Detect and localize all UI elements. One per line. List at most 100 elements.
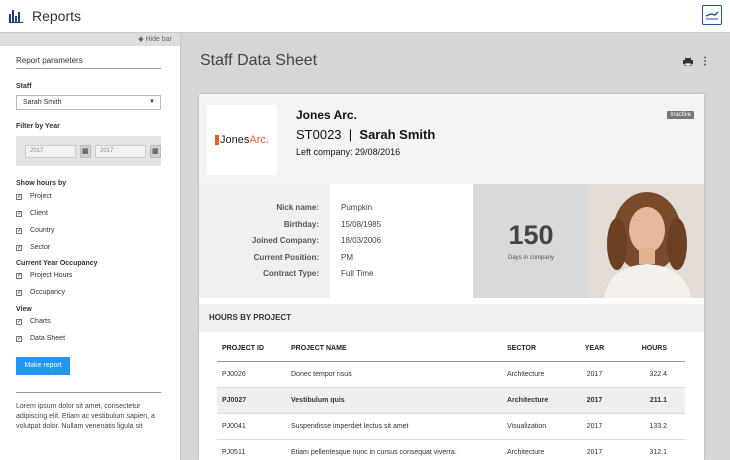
info-value: Full Time bbox=[341, 269, 374, 278]
table-row[interactable]: PJ0511 Etiam pellentesque nunc in cursus… bbox=[217, 439, 685, 460]
checkbox-country[interactable]: ✓ Country bbox=[16, 222, 164, 239]
cell-project-id: PJ0511 bbox=[217, 439, 286, 460]
year-from-input[interactable]: 2017 bbox=[25, 144, 76, 158]
more-options-icon[interactable]: ⋮ bbox=[700, 57, 710, 67]
card-header: Jones Arc. Jones Arc. ST0023 | Sarah Smit… bbox=[199, 94, 704, 184]
column-header[interactable]: HOURS bbox=[617, 337, 685, 362]
report-settings-button[interactable] bbox=[702, 5, 722, 25]
staff-select[interactable]: Sarah Smith ▼ bbox=[16, 95, 161, 110]
info-labels: Nick name: Birthday: Joined Company: Cur… bbox=[199, 184, 330, 298]
left-company-line: Left company: 29/08/2016 bbox=[296, 147, 400, 157]
filter-year-label: Filter by Year bbox=[16, 123, 60, 130]
hours-table: PROJECT ID PROJECT NAME SECTOR YEAR HOUR… bbox=[217, 337, 685, 460]
checkbox-label: Client bbox=[30, 210, 48, 217]
checkbox-client[interactable]: ✓ Client bbox=[16, 205, 164, 222]
days-in-company: 150 Days in company bbox=[473, 184, 589, 298]
cell-hours: 133.2 bbox=[617, 413, 685, 440]
info-label: Birthday: bbox=[283, 220, 319, 229]
column-header[interactable]: SECTOR bbox=[502, 337, 572, 362]
table-row[interactable]: PJ0027 Vestibulum quis Architecture 2017… bbox=[217, 387, 685, 414]
section-title: HOURS BY PROJECT bbox=[199, 304, 704, 332]
column-header[interactable]: YEAR bbox=[572, 337, 617, 362]
checkbox-project-hours[interactable]: ✓ Project Hours bbox=[16, 267, 164, 284]
company-logo: Jones Arc. bbox=[207, 105, 277, 175]
checkbox-checked-icon: ✓ bbox=[16, 193, 23, 200]
chart-line-icon bbox=[705, 11, 719, 20]
checkbox-data-sheet[interactable]: ✓ Data Sheet bbox=[16, 330, 164, 347]
cell-hours: 211.1 bbox=[617, 387, 685, 414]
page-title: Staff Data Sheet bbox=[200, 52, 318, 69]
cell-project-name: Donec tempor risus bbox=[286, 361, 502, 388]
staff-info: Nick name: Birthday: Joined Company: Cur… bbox=[199, 184, 704, 298]
cell-sector: Architecture bbox=[502, 387, 572, 414]
info-value: Pumpkin bbox=[341, 203, 373, 212]
cell-year: 2017 bbox=[572, 361, 617, 388]
staff-label: Staff bbox=[16, 83, 32, 90]
days-caption: Days in company bbox=[507, 255, 555, 261]
calendar-icon[interactable]: ▦ bbox=[79, 144, 91, 158]
cell-project-name: Etiam pellentesque nunc in cursus conseq… bbox=[286, 439, 502, 460]
staff-id: ST0023 bbox=[296, 127, 342, 142]
bar-chart-icon bbox=[9, 10, 23, 23]
app-title: Reports bbox=[32, 8, 82, 24]
checkbox-checked-icon: ✓ bbox=[16, 289, 23, 296]
left-company-date: 29/08/2016 bbox=[355, 147, 401, 157]
cell-year: 2017 bbox=[572, 439, 617, 460]
cell-sector: Architecture bbox=[502, 361, 572, 388]
checkbox-checked-icon: ✓ bbox=[16, 318, 23, 325]
checkbox-label: Country bbox=[30, 227, 55, 234]
sidebar-title: Report parameters bbox=[16, 56, 161, 69]
calendar-icon[interactable]: ▦ bbox=[149, 144, 161, 158]
checkbox-label: Occupancy bbox=[30, 289, 66, 296]
checkbox-project[interactable]: ✓ Project bbox=[16, 188, 164, 205]
checkbox-label: Project bbox=[30, 193, 52, 200]
top-bar: Reports bbox=[0, 0, 730, 33]
info-value: 15/08/1985 bbox=[341, 220, 382, 229]
view-label: View bbox=[16, 306, 32, 313]
sidebar: ◆ Hide bar Report parameters Staff Sarah… bbox=[0, 33, 181, 460]
checkbox-checked-icon: ✓ bbox=[16, 244, 23, 251]
checkbox-charts[interactable]: ✓ Charts bbox=[16, 313, 164, 330]
year-range: 2017 ▦ 2017 ▦ bbox=[16, 136, 161, 166]
staff-data-card: Jones Arc. Jones Arc. ST0023 | Sarah Smit… bbox=[199, 94, 704, 460]
caret-down-icon: ▼ bbox=[149, 99, 155, 105]
hide-bar-toggle[interactable]: ◆ Hide bar bbox=[0, 33, 180, 46]
cell-year: 2017 bbox=[572, 387, 617, 414]
divider bbox=[16, 392, 161, 393]
info-value: 18/03/2006 bbox=[341, 236, 382, 245]
checkbox-checked-icon: ✓ bbox=[16, 272, 23, 279]
table-row[interactable]: PJ0041 Suspendisse imperdiet lectus sit … bbox=[217, 413, 685, 440]
checkbox-checked-icon: ✓ bbox=[16, 227, 23, 234]
info-label: Current Position: bbox=[253, 253, 319, 262]
staff-name: Sarah Smith bbox=[359, 127, 436, 142]
table-row[interactable]: PJ0026 Donec tempor risus Architecture 2… bbox=[217, 361, 685, 388]
checkbox-label: Charts bbox=[30, 318, 51, 325]
cell-year: 2017 bbox=[572, 413, 617, 440]
staff-photo bbox=[589, 184, 704, 298]
left-company-label: Left company: bbox=[296, 147, 353, 157]
column-header[interactable]: PROJECT ID bbox=[217, 337, 286, 362]
year-to-input[interactable]: 2017 bbox=[95, 144, 146, 158]
collapse-icon: ◆ bbox=[138, 36, 144, 43]
checkbox-label: Project Hours bbox=[30, 272, 73, 279]
make-report-button[interactable]: Make report bbox=[16, 357, 70, 375]
checkbox-occupancy[interactable]: ✓ Occupancy bbox=[16, 284, 164, 301]
checkbox-sector[interactable]: ✓ Sector bbox=[16, 239, 164, 256]
info-values: Pumpkin 15/08/1985 18/03/2006 PM Full Ti… bbox=[330, 184, 473, 298]
cell-project-name: Suspendisse imperdiet lectus sit amet bbox=[286, 413, 502, 440]
staff-id-line: ST0023 | Sarah Smith bbox=[296, 127, 435, 142]
info-label: Contract Type: bbox=[263, 269, 319, 278]
checkbox-label: Sector bbox=[30, 244, 51, 251]
table-header-row: PROJECT ID PROJECT NAME SECTOR YEAR HOUR… bbox=[217, 337, 685, 362]
company-name: Jones Arc. bbox=[296, 108, 357, 122]
checkbox-checked-icon: ✓ bbox=[16, 335, 23, 342]
sidebar-description: Lorem ipsum dolor sit amet, consectetur … bbox=[16, 403, 155, 430]
info-label: Nick name: bbox=[276, 203, 319, 212]
show-hours-label: Show hours by bbox=[16, 180, 67, 187]
status-badge: Inactive bbox=[667, 111, 694, 119]
cell-project-id: PJ0026 bbox=[217, 361, 286, 388]
print-icon[interactable] bbox=[683, 58, 693, 66]
hide-bar-label: Hide bar bbox=[145, 36, 172, 43]
cell-sector: Visualization bbox=[502, 413, 572, 440]
column-header[interactable]: PROJECT NAME bbox=[286, 337, 502, 362]
